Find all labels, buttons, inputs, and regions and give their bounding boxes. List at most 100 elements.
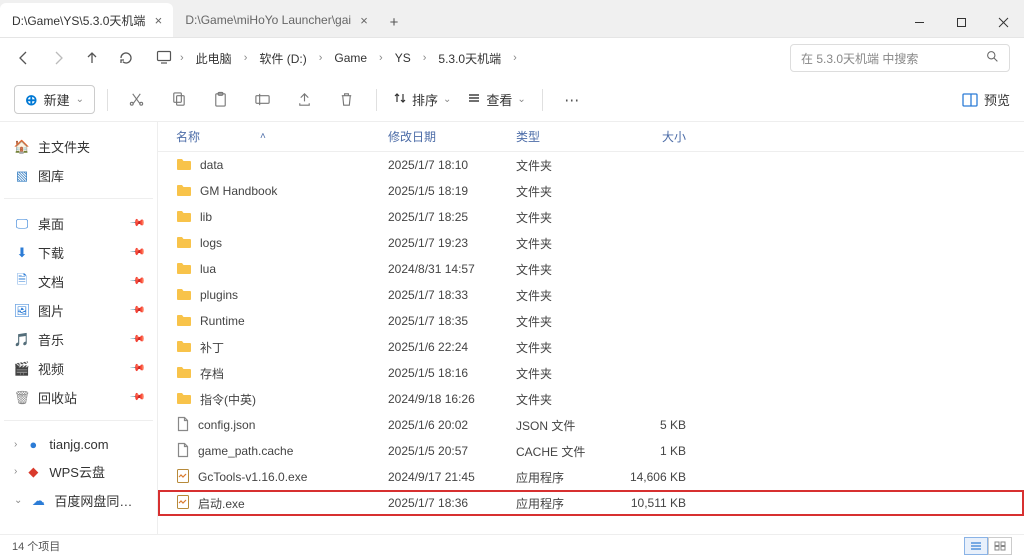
tab-title: D:\Game\miHoYo Launcher\gai [185,13,351,27]
file-row[interactable]: Runtime2025/1/7 18:35文件夹 [158,308,1024,334]
file-row[interactable]: plugins2025/1/7 18:33文件夹 [158,282,1024,308]
sidebar-item-wps[interactable]: ›◆WPS云盘 [4,457,153,486]
file-icon [176,416,190,435]
file-row[interactable]: GcTools-v1.16.0.exe2024/9/17 21:45应用程序14… [158,464,1024,490]
tab-inactive[interactable]: D:\Game\miHoYo Launcher\gai × [173,3,379,37]
file-name: logs [200,236,222,250]
sidebar: 🏠主文件夹 ▧图库 🖵桌面📌 ⬇下载📌 🗎文档📌 🖼图片📌 🎵音乐📌 🎬视频📌 … [0,122,158,534]
rename-button[interactable] [246,85,280,115]
close-icon[interactable]: × [151,13,165,27]
file-row[interactable]: 存档2025/1/5 18:16文件夹 [158,360,1024,386]
file-row[interactable]: logs2025/1/7 19:23文件夹 [158,230,1024,256]
column-headers[interactable]: 名称˄ 修改日期 类型 大小 [158,122,1024,152]
file-row[interactable]: 启动.exe2025/1/7 18:36应用程序10,511 KB [158,490,1024,516]
more-button[interactable]: ⋯ [555,85,589,115]
close-icon[interactable]: × [357,13,371,27]
crumb[interactable]: 5.3.0天机端 [434,46,505,71]
titlebar: D:\Game\YS\5.3.0天机端 × D:\Game\miHoYo Lau… [0,0,1024,38]
copy-button[interactable] [162,85,196,115]
pin-icon: 📌 [128,215,145,232]
tab-active[interactable]: D:\Game\YS\5.3.0天机端 × [0,3,173,37]
sidebar-item-documents[interactable]: 🗎文档📌 [4,267,153,296]
tab-title: D:\Game\YS\5.3.0天机端 [12,12,145,29]
up-button[interactable] [82,48,102,68]
file-size: 1 KB [626,444,716,458]
sidebar-item-recycle[interactable]: 🗑回收站📌 [4,383,153,412]
chevron-down-icon: ⌄ [517,94,525,105]
sidebar-item-music[interactable]: 🎵音乐📌 [4,325,153,354]
search-placeholder: 在 5.3.0天机端 中搜索 [801,50,918,67]
file-row[interactable]: 补丁2025/1/6 22:24文件夹 [158,334,1024,360]
new-button[interactable]: ⊕ 新建 ⌄ [14,85,95,114]
col-type-header[interactable]: 类型 [516,128,626,145]
col-name-header[interactable]: 名称 [176,128,200,145]
refresh-button[interactable] [116,48,136,68]
view-icons-button[interactable] [988,537,1012,555]
video-icon: 🎬 [14,361,30,377]
monitor-icon [156,49,172,68]
minimize-button[interactable] [898,7,940,37]
forward-button[interactable] [48,48,68,68]
chevron-right-icon: › [244,52,248,64]
cut-button[interactable] [120,85,154,115]
paste-button[interactable] [204,85,238,115]
sort-label: 排序 [412,90,438,109]
crumb[interactable]: 此电脑 [192,46,236,71]
view-label: 查看 [486,90,512,109]
pin-icon: 📌 [128,331,145,348]
back-button[interactable] [14,48,34,68]
gallery-icon: ▧ [14,168,30,184]
folder-icon [176,183,192,200]
chevron-right-icon: › [423,52,427,64]
preview-button[interactable]: 预览 [962,90,1010,109]
sidebar-item-desktop[interactable]: 🖵桌面📌 [4,209,153,238]
file-name: game_path.cache [198,444,293,458]
view-button[interactable]: 查看 ⌄ [463,90,529,109]
sort-icon [393,91,407,108]
file-date: 2025/1/6 22:24 [388,340,516,354]
view-details-button[interactable] [964,537,988,555]
drive-icon: ● [25,436,41,452]
sidebar-item-home[interactable]: 🏠主文件夹 [4,132,153,161]
plus-icon: ⊕ [25,91,38,109]
file-row[interactable]: lib2025/1/7 18:25文件夹 [158,204,1024,230]
file-row[interactable]: data2025/1/7 18:10文件夹 [158,152,1024,178]
breadcrumbs[interactable]: › 此电脑 › 软件 (D:) › Game › YS › 5.3.0天机端 › [150,46,776,71]
file-row[interactable]: lua2024/8/31 14:57文件夹 [158,256,1024,282]
sidebar-item-baidu[interactable]: ⌄☁百度网盘同步空 [4,486,153,515]
window-controls [898,7,1024,37]
crumb[interactable]: Game [330,47,371,69]
sidebar-item-pictures[interactable]: 🖼图片📌 [4,296,153,325]
sidebar-item-tianjg[interactable]: ›●tianjg.com [4,431,153,457]
file-name: 补丁 [200,339,224,356]
close-window-button[interactable] [982,7,1024,37]
crumb[interactable]: YS [391,47,415,69]
file-icon [176,442,190,461]
file-row[interactable]: 指令(中英)2024/9/18 16:26文件夹 [158,386,1024,412]
crumb[interactable]: 软件 (D:) [255,46,310,71]
maximize-button[interactable] [940,7,982,37]
folder-icon [176,287,192,304]
home-icon: 🏠 [14,139,30,155]
share-button[interactable] [288,85,322,115]
sidebar-item-videos[interactable]: 🎬视频📌 [4,354,153,383]
sidebar-item-gallery[interactable]: ▧图库 [4,161,153,190]
new-tab-button[interactable]: + [379,14,409,37]
file-name: plugins [200,288,238,302]
file-type: 文件夹 [516,287,626,304]
search-input[interactable]: 在 5.3.0天机端 中搜索 [790,44,1010,72]
file-row[interactable]: config.json2025/1/6 20:02JSON 文件5 KB [158,412,1024,438]
col-date-header[interactable]: 修改日期 [388,128,516,145]
address-bar: › 此电脑 › 软件 (D:) › Game › YS › 5.3.0天机端 ›… [0,38,1024,78]
pin-icon: 📌 [128,302,145,319]
file-row[interactable]: GM Handbook2025/1/5 18:19文件夹 [158,178,1024,204]
view-icon [467,91,481,108]
preview-pane-icon [962,93,978,107]
file-row[interactable]: game_path.cache2025/1/5 20:57CACHE 文件1 K… [158,438,1024,464]
music-icon: 🎵 [14,332,30,348]
col-size-header[interactable]: 大小 [626,128,716,145]
sort-button[interactable]: 排序 ⌄ [389,90,455,109]
file-icon [176,494,190,513]
sidebar-item-downloads[interactable]: ⬇下载📌 [4,238,153,267]
delete-button[interactable] [330,85,364,115]
